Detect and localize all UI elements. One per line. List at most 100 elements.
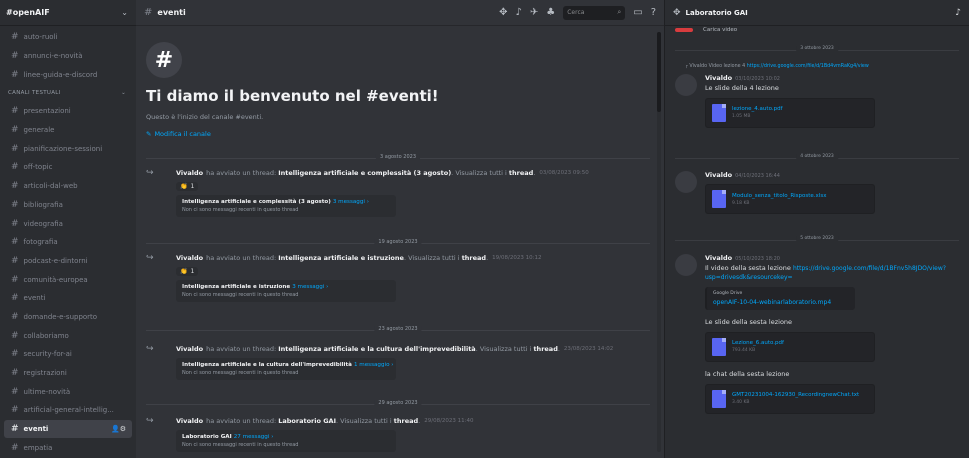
channel-item[interactable]: # collaboriamo — [4, 326, 132, 345]
link-embed[interactable]: Google Drive openAIF-10-04-webinarlabora… — [705, 287, 855, 311]
notification-bell-icon[interactable]: ♪ — [955, 8, 961, 18]
file-name[interactable]: lezione_4.auto.pdf — [732, 106, 783, 112]
hashtag-icon: # — [11, 368, 19, 379]
channel-item[interactable]: # videografia — [4, 214, 132, 233]
notification-bell-icon[interactable]: ♪ — [515, 7, 521, 18]
thread-name[interactable]: Intelligenza artificiale e la cultura de… — [278, 345, 475, 353]
username[interactable]: Vivaldo — [176, 345, 203, 353]
category-header[interactable]: CANALI TESTUALI ⌄ — [0, 84, 136, 102]
date-divider: 19 agosto 2023 — [146, 239, 650, 245]
threads-word[interactable]: thread — [509, 169, 533, 177]
channel-item[interactable]: # podcast-e-dintorni — [4, 252, 132, 271]
hashtag-icon: # — [11, 293, 19, 304]
scrollbar-thumb[interactable] — [657, 32, 661, 112]
pin-icon[interactable]: ✈ — [530, 7, 538, 18]
channel-item[interactable]: # annunci-e-novità — [4, 47, 132, 66]
hashtag-icon: # — [11, 330, 19, 341]
channel-label: presentazioni — [23, 107, 71, 116]
channel-item[interactable]: # ultime-novità — [4, 382, 132, 401]
file-name[interactable]: Lezione_6.auto.pdf — [732, 340, 784, 346]
username[interactable]: Vivaldo — [705, 171, 732, 179]
timestamp: 03/10/2023 10:02 — [735, 76, 780, 82]
members-icon[interactable]: ♣ — [546, 7, 555, 18]
channel-item[interactable]: # comunità-europea — [4, 270, 132, 289]
channel-settings-icon[interactable]: 👤⚙ — [111, 425, 126, 433]
thread-arrow-icon: ↪ — [146, 344, 154, 354]
see-all-text[interactable]: Visualizza tutti i — [408, 254, 460, 262]
message-text: Il video della sesta lezione — [705, 264, 791, 272]
threads-word[interactable]: thread — [462, 254, 486, 262]
channel-item[interactable]: # security-for-ai — [4, 345, 132, 364]
thread-message-count[interactable]: 3 messaggi › — [333, 199, 369, 205]
thread-card[interactable]: Intelligenza artificiale e istruzione 3 m… — [176, 280, 396, 302]
username[interactable]: Vivaldo — [705, 74, 732, 82]
threads-word[interactable]: thread — [394, 417, 418, 425]
reply-text: Video lezione 4 — [708, 64, 746, 69]
search-input[interactable]: Cerca ⌕ — [563, 5, 626, 20]
channel-item[interactable]: # presentazioni — [4, 102, 132, 121]
inbox-icon[interactable]: ▭ — [633, 7, 642, 18]
username[interactable]: Vivaldo — [176, 417, 203, 425]
channel-item[interactable]: # domande-e-supporto — [4, 308, 132, 327]
thread-started-message: ↪ Vivaldo ha avviato un thread: Intellig… — [146, 168, 650, 217]
channel-label: eventi — [23, 294, 46, 303]
thread-message-count[interactable]: 3 messaggi › — [292, 284, 328, 290]
see-all-text[interactable]: Visualizza tutti i — [455, 169, 507, 177]
threads-word[interactable]: thread — [533, 345, 557, 353]
thread-message-count[interactable]: 1 messaggio › — [354, 362, 394, 368]
thread-name[interactable]: Laboratorio GAI — [278, 417, 336, 425]
see-all-text[interactable]: Visualizza tutti i — [480, 345, 532, 353]
timestamp: 04/10/2023 16:44 — [735, 173, 780, 179]
channel-item[interactable]: # auto-ruoli — [4, 28, 132, 47]
avatar[interactable] — [675, 254, 697, 276]
reply-link[interactable]: https://drive.google.com/file/d/1Bd4vmRa… — [747, 64, 869, 69]
hashtag-icon: # — [11, 199, 19, 210]
reaction-chip[interactable]: 👏 1 — [176, 267, 199, 276]
main-chat: # eventi ✥ ♪ ✈ ♣ Cerca ⌕ ▭ ? # Ti diamo … — [136, 0, 664, 458]
avatar[interactable] — [675, 171, 697, 193]
channel-label: videografia — [23, 219, 63, 228]
search-placeholder: Cerca — [567, 9, 585, 16]
channel-item[interactable]: # off-topic — [4, 158, 132, 177]
file-name[interactable]: Modulo_senza_titolo_Risposte.xlsx — [732, 193, 826, 199]
avatar[interactable] — [675, 74, 697, 96]
username[interactable]: Vivaldo — [176, 254, 203, 262]
thread-name[interactable]: Intelligenza artificiale e istruzione — [278, 254, 404, 262]
channel-item-active[interactable]: # eventi 👤⚙ — [4, 419, 132, 439]
date-divider: 23 agosto 2023 — [146, 326, 650, 332]
edit-channel-link[interactable]: ✎ Modifica il canale — [146, 130, 439, 138]
channel-item[interactable]: # articoli-dal-web — [4, 177, 132, 196]
thread-message-count[interactable]: 27 messaggi › — [234, 434, 274, 440]
see-all-text[interactable]: Visualizza tutti i — [340, 417, 392, 425]
message-text: Le slide della sesta lezione — [705, 318, 793, 327]
channel-label: registrazioni — [23, 369, 67, 378]
reaction-chip[interactable]: 👏 1 — [176, 182, 199, 191]
thread-card[interactable]: Laboratorio GAI 27 messaggi › Non ci sono… — [176, 430, 396, 452]
thread-name[interactable]: Intelligenza artificiale e complessità (… — [278, 169, 451, 177]
file-attachment[interactable]: Modulo_senza_titolo_Risposte.xlsx 9.18 KB — [705, 184, 875, 214]
thread-card-title: Intelligenza artificiale e istruzione — [182, 284, 291, 290]
thread-card[interactable]: Intelligenza artificiale e complessità (… — [176, 195, 396, 217]
channel-item[interactable]: # empatia — [4, 438, 132, 457]
channel-item[interactable]: # fotografia — [4, 233, 132, 252]
channel-item[interactable]: # pianificazione-sessioni — [4, 139, 132, 158]
embed-title[interactable]: openAIF-10-04-webinarlaboratorio.mp4 — [713, 299, 849, 306]
thread-messages: Carica video 3 ottobre 2023 ┌ Vivaldo Vi… — [665, 26, 969, 458]
channel-item[interactable]: # registrazioni — [4, 364, 132, 383]
file-attachment[interactable]: Lezione_6.auto.pdf 793.44 KB — [705, 331, 875, 362]
channel-item[interactable]: # bibliografia — [4, 196, 132, 215]
channel-item[interactable]: # artificial-general-intellig... — [4, 401, 132, 420]
threads-icon[interactable]: ✥ — [499, 7, 507, 18]
file-name[interactable]: GMT20231004-162930_RecordingnewChat.txt — [732, 392, 859, 398]
file-attachment[interactable]: lezione_4.auto.pdf 1.05 MB — [705, 97, 875, 128]
channel-item[interactable]: # generale — [4, 121, 132, 140]
thread-card[interactable]: Intelligenza artificiale e la cultura de… — [176, 358, 396, 380]
channel-item[interactable]: # eventi — [4, 289, 132, 308]
username[interactable]: Vivaldo — [705, 254, 732, 262]
channel-item[interactable]: # linee-guida-e-discord — [4, 65, 132, 84]
help-icon[interactable]: ? — [651, 7, 656, 18]
reply-reference[interactable]: ┌ Vivaldo Video lezione 4 https://drive.… — [685, 64, 869, 69]
username[interactable]: Vivaldo — [176, 169, 203, 177]
server-header[interactable]: #openAIF ⌄ — [0, 0, 136, 26]
file-attachment[interactable]: GMT20231004-162930_RecordingnewChat.txt 3… — [705, 383, 875, 414]
